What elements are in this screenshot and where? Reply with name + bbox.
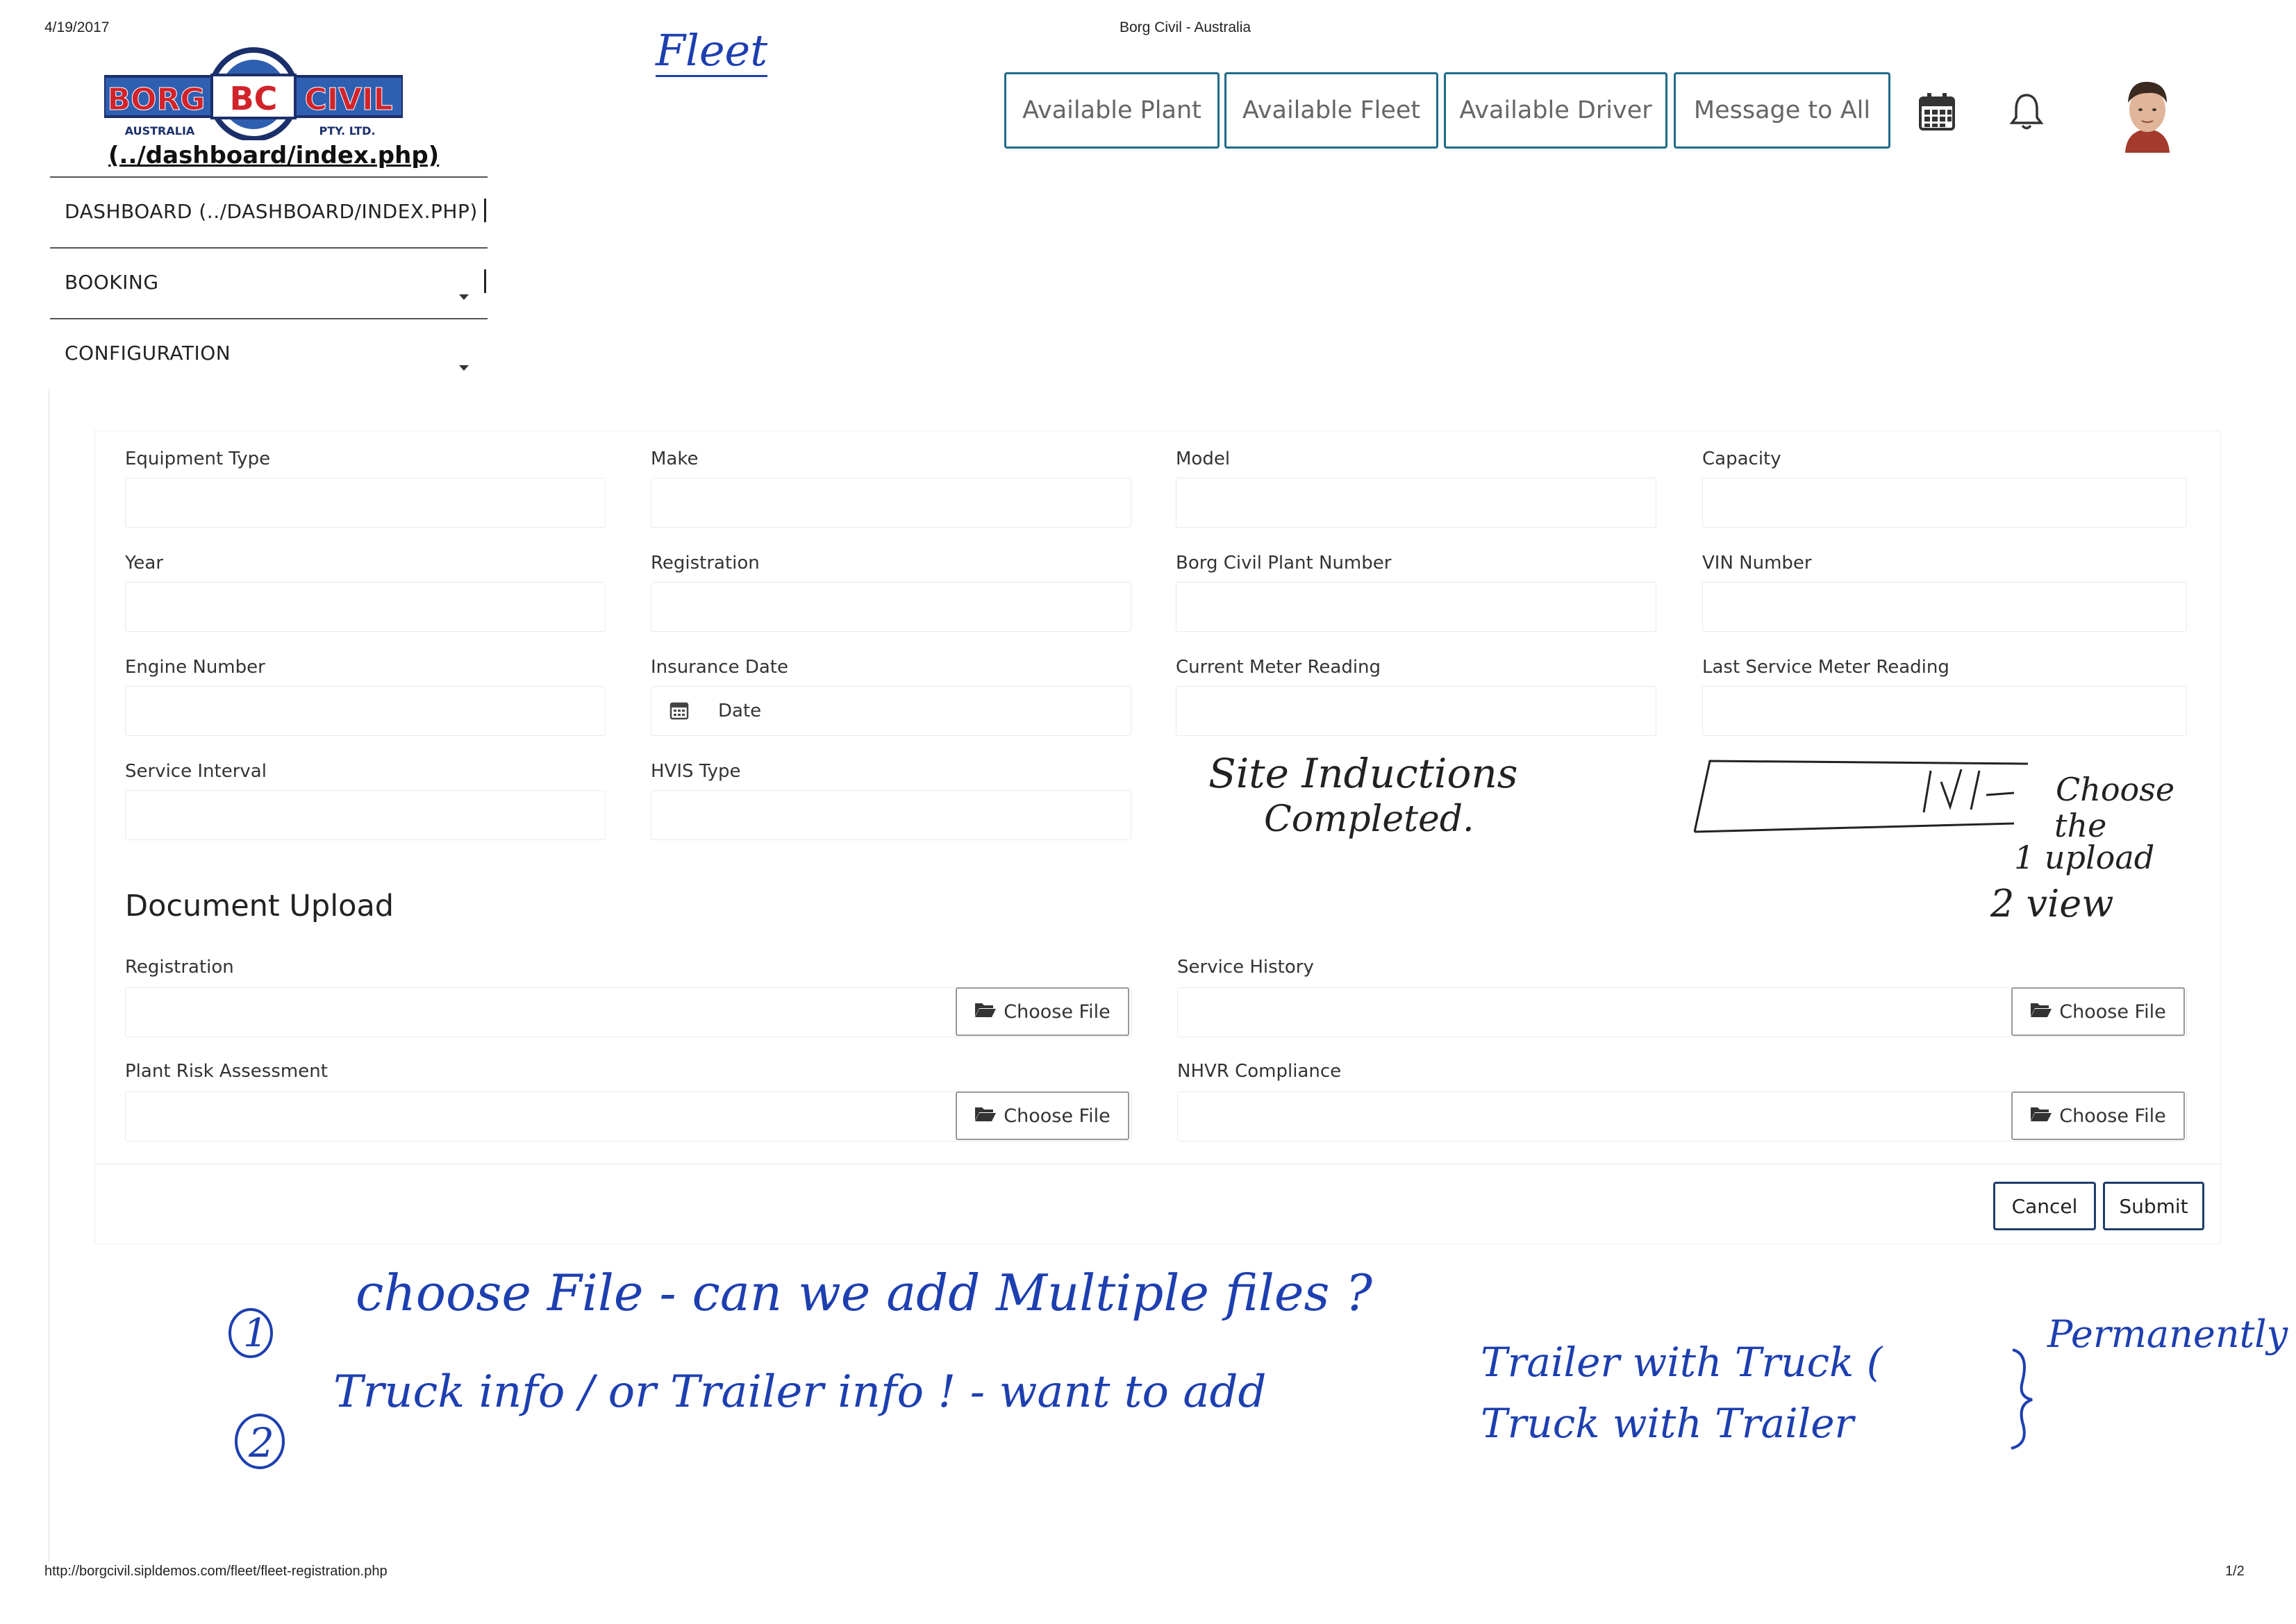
sidebar-item-dashboard[interactable]: DASHBOARD (../DASHBOARD/INDEX.PHP) bbox=[65, 200, 478, 223]
upload-label: NHVR Compliance bbox=[1177, 1061, 1342, 1082]
field-label: Insurance Date bbox=[651, 657, 788, 678]
upload-label: Registration bbox=[125, 957, 234, 978]
logo-sub-left: AUSTRALIA bbox=[125, 124, 195, 137]
available-plant-button[interactable]: Available Plant bbox=[1004, 72, 1220, 149]
nav-marker bbox=[484, 269, 486, 293]
field-label: Equipment Type bbox=[125, 449, 271, 469]
risk-assessment-choose-file-button[interactable]: Choose File bbox=[956, 1091, 1129, 1140]
make-field[interactable] bbox=[651, 478, 1131, 528]
handwritten-upload: 1 upload bbox=[2014, 839, 2155, 876]
document-upload-title: Document Upload bbox=[125, 889, 394, 923]
handwritten-truck-with-trailer: Truck with Trailer bbox=[1481, 1400, 1854, 1447]
nhvr-choose-file-button[interactable]: Choose File bbox=[2011, 1091, 2185, 1140]
handwritten-fleet-note: Fleet bbox=[656, 25, 768, 77]
page-number: 1/2 bbox=[2225, 1564, 2245, 1579]
cancel-button[interactable]: Cancel bbox=[1993, 1182, 2096, 1230]
handwritten-number-1: 1 bbox=[243, 1311, 268, 1356]
message-to-all-button[interactable]: Message to All bbox=[1674, 72, 1890, 149]
handwritten-dropdown-sketch bbox=[1688, 757, 2049, 850]
engine-number-field[interactable] bbox=[125, 686, 606, 736]
logo-dashboard-link[interactable]: (../dashboard/index.php) bbox=[108, 142, 439, 169]
field-label: Last Service Meter Reading bbox=[1702, 657, 1949, 678]
available-driver-button[interactable]: Available Driver bbox=[1444, 72, 1667, 149]
field-label: Current Meter Reading bbox=[1176, 657, 1381, 678]
field-label: Make bbox=[651, 449, 699, 469]
chevron-down-icon[interactable] bbox=[459, 365, 469, 371]
available-fleet-button[interactable]: Available Fleet bbox=[1224, 72, 1438, 149]
date-placeholder: Date bbox=[718, 701, 762, 721]
bell-icon[interactable] bbox=[2009, 92, 2044, 134]
choose-file-label: Choose File bbox=[1004, 1105, 1110, 1127]
service-history-choose-file-button[interactable]: Choose File bbox=[2011, 987, 2185, 1036]
nav-divider bbox=[50, 318, 488, 319]
insurance-date-field[interactable]: Date bbox=[651, 686, 1131, 736]
plant-number-field[interactable] bbox=[1176, 582, 1656, 632]
print-title: Borg Civil - Australia bbox=[1120, 19, 1251, 35]
logo-word-right: CIVIL bbox=[304, 82, 392, 117]
upload-label: Plant Risk Assessment bbox=[125, 1061, 328, 1082]
sidebar-item-booking[interactable]: BOOKING bbox=[65, 271, 159, 294]
folder-open-icon bbox=[974, 1001, 997, 1023]
choose-file-label: Choose File bbox=[1004, 1001, 1110, 1023]
handwritten-permanently: Permanently bbox=[2047, 1312, 2288, 1356]
model-field[interactable] bbox=[1176, 478, 1656, 528]
field-label: Registration bbox=[651, 553, 760, 574]
user-avatar[interactable] bbox=[2115, 75, 2179, 153]
chevron-down-icon[interactable] bbox=[459, 294, 469, 300]
hvis-type-field[interactable] bbox=[651, 790, 1131, 840]
equipment-type-field[interactable] bbox=[125, 478, 606, 528]
handwritten-trailer-with-truck: Trailer with Truck ( bbox=[1481, 1339, 1883, 1386]
folder-open-icon bbox=[2030, 1105, 2052, 1127]
handwritten-completed: Completed. bbox=[1264, 798, 1474, 840]
field-label: Service Interval bbox=[125, 761, 267, 782]
nav-divider bbox=[50, 176, 488, 178]
field-label: Engine Number bbox=[125, 657, 265, 678]
handwritten-site-inductions: Site Inductions bbox=[1208, 750, 1518, 797]
folder-open-icon bbox=[974, 1105, 997, 1127]
handwritten-view: 2 view bbox=[1990, 882, 2114, 926]
field-label: Model bbox=[1176, 449, 1231, 469]
field-label: VIN Number bbox=[1702, 553, 1812, 574]
year-field[interactable] bbox=[125, 582, 606, 632]
service-interval-field[interactable] bbox=[125, 790, 606, 840]
logo-monogram: BC bbox=[230, 80, 278, 117]
calendar-icon bbox=[669, 701, 689, 723]
page-url: http://borgcivil.sipldemos.com/fleet/fle… bbox=[44, 1564, 388, 1579]
choose-file-label: Choose File bbox=[2059, 1001, 2166, 1023]
logo-sub-right: PTY. LTD. bbox=[319, 124, 375, 137]
current-meter-field[interactable] bbox=[1176, 686, 1656, 736]
logo-word-left: BORG bbox=[108, 82, 206, 117]
choose-file-label: Choose File bbox=[2059, 1105, 2166, 1127]
calendar-icon[interactable] bbox=[1918, 92, 1956, 134]
handwritten-truck-info-note: Truck info / or Trailer info ! - want to… bbox=[333, 1366, 1267, 1418]
nav-marker bbox=[484, 199, 486, 222]
upload-label: Service History bbox=[1177, 957, 1314, 978]
field-label: HVIS Type bbox=[651, 761, 741, 782]
last-service-meter-field[interactable] bbox=[1702, 686, 2187, 736]
borg-civil-logo[interactable]: BORG BC CIVIL AUSTRALIA PTY. LTD. bbox=[103, 46, 404, 142]
field-label: Borg Civil Plant Number bbox=[1176, 553, 1392, 574]
handwritten-brace bbox=[1999, 1347, 2040, 1454]
vin-number-field[interactable] bbox=[1702, 582, 2187, 632]
handwritten-number-2: 2 bbox=[249, 1419, 274, 1466]
submit-button[interactable]: Submit bbox=[2103, 1182, 2204, 1230]
print-date: 4/19/2017 bbox=[44, 19, 110, 35]
sidebar-item-configuration[interactable]: CONFIGURATION bbox=[65, 342, 231, 365]
registration-choose-file-button[interactable]: Choose File bbox=[956, 987, 1129, 1036]
nav-divider bbox=[50, 247, 488, 249]
handwritten-choose: Choose bbox=[2056, 771, 2175, 808]
folder-open-icon bbox=[2030, 1001, 2052, 1023]
field-label: Year bbox=[125, 553, 164, 574]
registration-field[interactable] bbox=[651, 582, 1131, 632]
field-label: Capacity bbox=[1702, 449, 1781, 469]
handwritten-multiple-files-note: choose File - can we add Multiple files … bbox=[356, 1264, 1372, 1322]
capacity-field[interactable] bbox=[1702, 478, 2187, 528]
